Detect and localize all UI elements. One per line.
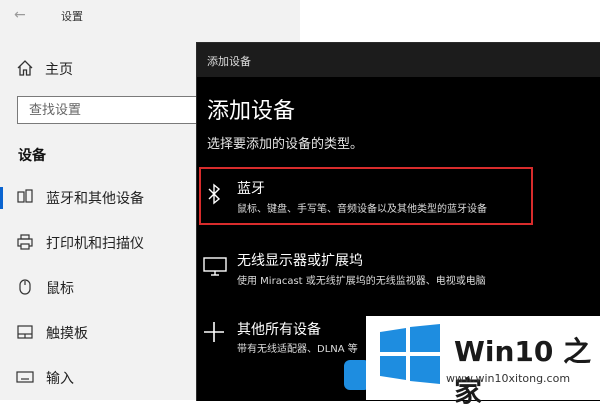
- printer-icon: [17, 234, 33, 250]
- dialog-subtitle: 选择要添加的设备的类型。: [207, 137, 364, 152]
- option-wireless-display[interactable]: 无线显示器或扩展坞 使用 Miracast 或无线扩展坞的无线监视器、电视或电脑: [197, 249, 600, 293]
- dialog-window-title: 添加设备: [207, 55, 251, 68]
- section-title: 设备: [18, 148, 46, 164]
- plus-icon: [204, 322, 224, 342]
- sidebar-item-label: 鼠标: [46, 281, 74, 297]
- option-title: 无线显示器或扩展坞: [237, 253, 363, 269]
- sidebar-item-label: 打印机和扫描仪: [46, 236, 144, 252]
- active-indicator: [0, 187, 3, 209]
- highlight-box: [199, 167, 533, 225]
- dialog-titlebar: 添加设备: [197, 43, 600, 77]
- home-label: 主页: [45, 62, 73, 78]
- sidebar-item-label: 输入: [46, 371, 74, 387]
- watermark-url: www.win10xitong.com: [446, 372, 571, 385]
- mouse-icon: [19, 279, 31, 295]
- back-arrow-icon[interactable]: ←: [14, 7, 26, 23]
- keyboard-icon: [16, 371, 34, 383]
- touchpad-icon: [17, 325, 33, 339]
- windows-logo-icon: [380, 324, 440, 384]
- monitor-icon: [203, 257, 227, 276]
- settings-titlebar: ← 设置: [0, 0, 300, 32]
- dialog-heading: 添加设备: [207, 99, 296, 124]
- option-description: 带有无线适配器、DLNA 等: [237, 344, 358, 355]
- option-description: 使用 Miracast 或无线扩展坞的无线监视器、电视或电脑: [237, 276, 486, 287]
- window-title: 设置: [61, 10, 83, 23]
- watermark-title: Win10 之家: [454, 335, 592, 408]
- home-icon: [17, 60, 33, 76]
- watermark: Win10 之家 www.win10xitong.com: [366, 316, 600, 408]
- bluetooth-devices-icon: [17, 189, 33, 203]
- sidebar-item-label: 触摸板: [46, 326, 88, 342]
- option-title: 其他所有设备: [237, 322, 321, 338]
- sidebar-item-label: 蓝牙和其他设备: [46, 191, 144, 207]
- search-input[interactable]: [27, 97, 221, 123]
